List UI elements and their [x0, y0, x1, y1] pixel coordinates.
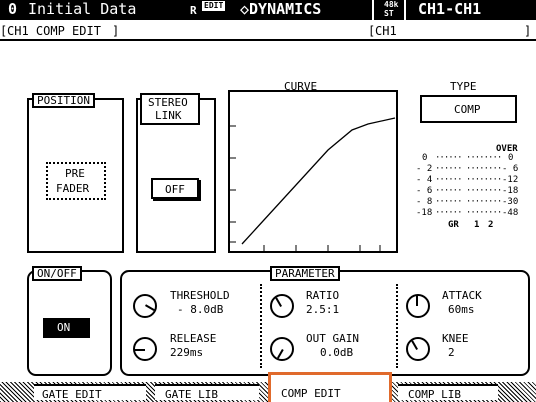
parameter-label: PARAMETER — [270, 266, 340, 281]
tab-label: COMP LIB — [408, 388, 461, 401]
meter-dots: ······ ········ — [435, 186, 502, 196]
meter-dots: ······ ········ — [435, 153, 502, 163]
out-gain-value: 0.0dB — [320, 346, 354, 359]
meter-left-tick: 0 — [422, 153, 428, 163]
channel-range: CH1-CH1 — [418, 0, 482, 18]
meter-right-tick: - 6 — [502, 164, 519, 174]
on-off-label: ON/OFF — [32, 266, 82, 281]
stereo-link-button[interactable]: OFF — [151, 178, 199, 199]
meter-right-tick: -30 — [502, 197, 519, 207]
meter-right-tick: -18 — [502, 186, 519, 196]
ratio-label: RATIO — [306, 289, 340, 302]
tab-label: GATE LIB — [165, 388, 218, 401]
parameter-divider — [396, 284, 398, 368]
page-title: CH1 COMP EDIT — [7, 24, 101, 38]
knob-needle — [411, 340, 418, 350]
section-title: ◇DYNAMICS — [240, 0, 322, 18]
tab-comp-edit[interactable]: COMP EDIT — [268, 372, 392, 402]
knee-knob[interactable] — [406, 337, 430, 361]
channel-name-bracket-right: ] — [524, 24, 532, 38]
parameter-divider — [260, 284, 262, 368]
sample-rate: 48k — [384, 0, 399, 9]
meter-left-tick: -18 — [416, 208, 433, 218]
meter-left-tick: - 4 — [416, 175, 433, 185]
parameter-panel — [120, 270, 530, 376]
edit-badge: EDIT — [202, 1, 226, 11]
out-gain-label: OUT GAIN — [306, 332, 359, 345]
ratio-knob[interactable] — [270, 294, 294, 318]
position-selector[interactable]: PRE FADER — [46, 162, 106, 200]
stereo-link-label-line2: LINK — [155, 109, 182, 122]
gain-reduction-meter: OVER 0 - 2 - 4 - 6 - 8 -18 ······ ······… — [404, 140, 530, 252]
release-knob[interactable] — [133, 337, 157, 361]
release-value: 229ms — [170, 346, 204, 359]
knob-needle — [277, 349, 284, 359]
tab-label: COMP EDIT — [281, 387, 341, 400]
meter-right-tick: -48 — [502, 208, 519, 218]
knob-needle — [135, 349, 145, 351]
threshold-label: THRESHOLD — [170, 289, 230, 302]
attack-label: ATTACK — [442, 289, 482, 302]
header-divider — [372, 0, 374, 20]
tab-label: GATE EDIT — [42, 388, 102, 401]
out-gain-knob[interactable] — [270, 337, 294, 361]
stereo-link-value: OFF — [165, 183, 185, 196]
page-title-bracket-right: ] — [112, 24, 120, 38]
on-off-value: ON — [57, 321, 71, 334]
meter-left-tick: - 6 — [416, 186, 433, 196]
tab-gate-lib[interactable]: GATE LIB — [155, 384, 259, 400]
stereo-indicator: ST — [384, 9, 394, 18]
edit-prefix: R — [190, 4, 197, 17]
title-bar: 0 Initial Data R EDIT ◇DYNAMICS 48k ST C… — [0, 0, 536, 20]
meter-dots: ······ ········ — [435, 175, 502, 185]
attack-knob[interactable] — [406, 294, 430, 318]
header-divider — [404, 0, 406, 20]
meter-dots: ······ ········ — [435, 208, 502, 218]
curve-frame — [228, 90, 398, 253]
meter-dots: ······ ········ — [435, 197, 502, 207]
position-value-line2: FADER — [56, 182, 90, 195]
ratio-value: 2.5:1 — [306, 303, 340, 316]
knob-needle — [275, 297, 282, 307]
meter-gr-label: GR — [448, 220, 459, 230]
release-label: RELEASE — [170, 332, 217, 345]
threshold-value: - 8.0dB — [177, 303, 224, 316]
meter-dots: ······ ········ — [435, 164, 502, 174]
subheader-divider — [0, 39, 536, 41]
meter-left-tick: - 8 — [416, 197, 433, 207]
position-label: POSITION — [32, 93, 95, 108]
attack-value: 60ms — [448, 303, 475, 316]
meter-channel-1-label: 1 — [474, 220, 480, 230]
type-value: COMP — [454, 103, 481, 116]
type-label: TYPE — [450, 80, 477, 93]
compressor-curve-graph — [228, 90, 398, 253]
type-selector[interactable]: COMP — [420, 95, 517, 123]
meter-right-tick: 0 — [508, 153, 514, 163]
knob-needle — [416, 296, 418, 306]
threshold-knob[interactable] — [133, 294, 157, 318]
knee-label: KNEE — [442, 332, 469, 345]
meter-channel-2-label: 2 — [488, 220, 494, 230]
stereo-link-label-line1: STEREO — [148, 96, 188, 109]
meter-right-tick: -12 — [502, 175, 519, 185]
knee-value: 2 — [448, 346, 455, 359]
scene-number: 0 — [8, 0, 18, 18]
tab-comp-lib[interactable]: COMP LIB — [398, 384, 498, 400]
position-value-line1: PRE — [65, 167, 85, 180]
stereo-link-label: STEREO LINK — [140, 93, 200, 125]
tab-gate-edit[interactable]: GATE EDIT — [34, 384, 146, 400]
on-off-button[interactable]: ON — [43, 318, 90, 338]
scene-name: Initial Data — [28, 0, 137, 18]
channel-name: CH1 — [375, 24, 397, 38]
meter-left-tick: - 2 — [416, 164, 433, 174]
knob-needle — [145, 304, 155, 311]
